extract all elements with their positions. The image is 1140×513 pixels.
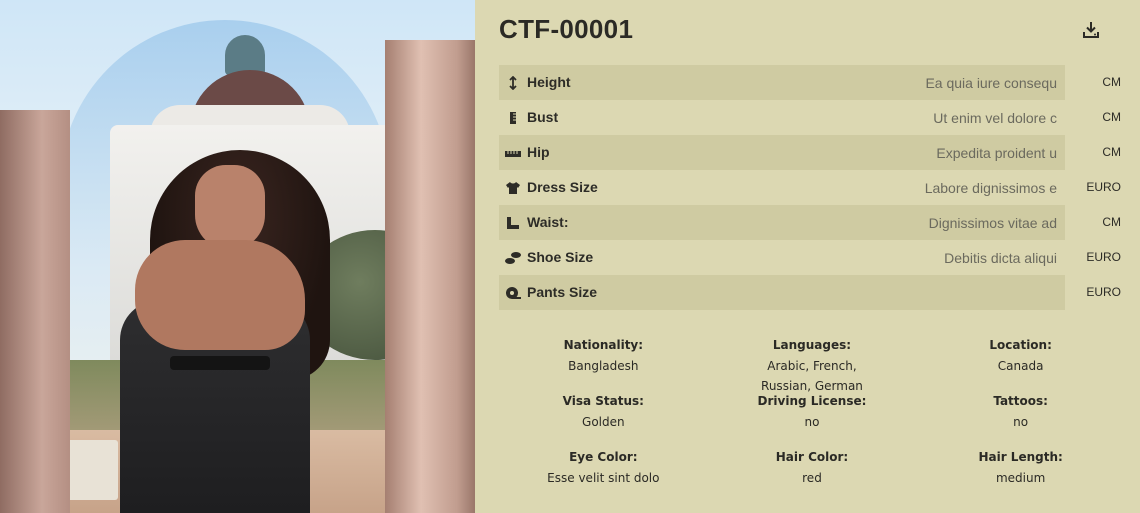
measurement-row-shoe-size: Shoe Size EURO xyxy=(499,240,1125,275)
detail-label: Hair Color: xyxy=(775,450,849,464)
photo-pillar-left xyxy=(0,110,70,513)
ruler-horizontal-icon xyxy=(505,145,521,161)
details-row: Nationality: Bangladesh Languages: Arabi… xyxy=(499,330,1125,393)
detail-value: Bangladesh xyxy=(568,359,639,373)
measurement-unit: CM xyxy=(1102,145,1121,159)
measurements-list: Height CM Bust CM Hip xyxy=(499,65,1125,310)
bust-input[interactable] xyxy=(769,106,1059,129)
download-icon xyxy=(1083,22,1099,38)
detail-label: Driving License: xyxy=(757,394,867,408)
measurement-label: Shoe Size xyxy=(527,249,594,265)
measurement-row-hip: Hip CM xyxy=(499,135,1125,170)
detail-tattoos: Tattoos: no xyxy=(916,386,1125,442)
photo-dome-lantern xyxy=(225,35,265,75)
measurement-label: Waist: xyxy=(527,214,569,230)
detail-label: Eye Color: xyxy=(569,450,638,464)
hip-input[interactable] xyxy=(769,141,1059,164)
measurement-row-waist: Waist: CM xyxy=(499,205,1125,240)
detail-eye-color: Eye Color: Esse velit sint dolo xyxy=(499,442,708,498)
shoe-size-input[interactable] xyxy=(769,246,1059,269)
detail-value: no xyxy=(1013,415,1029,429)
measurement-unit: CM xyxy=(1102,110,1121,124)
profile-panel: CTF-00001 Height CM B xyxy=(475,0,1140,513)
measurement-row-pants-size: Pants Size EURO xyxy=(499,275,1125,310)
ruler-vertical-icon xyxy=(505,110,521,126)
detail-driving-license: Driving License: no xyxy=(708,386,917,442)
shoe-prints-icon xyxy=(505,250,521,266)
measurement-unit: CM xyxy=(1102,215,1121,229)
pants-size-input[interactable] xyxy=(769,281,1059,304)
details-row: Visa Status: Golden Driving License: no … xyxy=(499,386,1125,442)
detail-visa-status: Visa Status: Golden xyxy=(499,386,708,442)
waist-input[interactable] xyxy=(769,211,1059,234)
detail-hair-length: Hair Length: medium xyxy=(916,442,1125,498)
detail-value: red xyxy=(802,471,822,485)
details-row: Eye Color: Esse velit sint dolo Hair Col… xyxy=(499,442,1125,498)
detail-value: Esse velit sint dolo xyxy=(547,471,660,485)
detail-value: Golden xyxy=(582,415,625,429)
profile-photo xyxy=(0,0,475,513)
measurement-row-dress-size: Dress Size EURO xyxy=(499,170,1125,205)
detail-label: Visa Status: xyxy=(562,394,644,408)
tshirt-icon xyxy=(505,180,521,196)
measurement-unit: EURO xyxy=(1086,285,1121,299)
measurement-label: Height xyxy=(527,74,571,90)
tape-icon xyxy=(505,285,521,301)
details-grid: Nationality: Bangladesh Languages: Arabi… xyxy=(499,330,1125,498)
height-input[interactable] xyxy=(769,71,1059,94)
measurement-row-height: Height CM xyxy=(499,65,1125,100)
photo-person-arm xyxy=(135,240,305,350)
download-button[interactable] xyxy=(1081,20,1101,40)
photo-person-belt xyxy=(170,356,270,370)
measurement-label: Bust xyxy=(527,109,559,125)
measurement-label: Dress Size xyxy=(527,179,598,195)
dress-size-input[interactable] xyxy=(769,176,1059,199)
ruler-combined-icon xyxy=(505,215,521,231)
detail-label: Hair Length: xyxy=(978,450,1063,464)
measurement-unit: CM xyxy=(1102,75,1121,89)
detail-value: medium xyxy=(995,471,1046,485)
profile-code-title: CTF-00001 xyxy=(499,14,634,44)
measurement-unit: EURO xyxy=(1086,250,1121,264)
detail-label: Languages: xyxy=(772,338,852,352)
measurement-label: Hip xyxy=(527,144,550,160)
detail-label: Location: xyxy=(989,338,1052,352)
detail-label: Nationality: xyxy=(563,338,644,352)
detail-nationality: Nationality: Bangladesh xyxy=(499,330,708,386)
photo-pillar-right xyxy=(385,40,475,513)
measurement-unit: EURO xyxy=(1086,180,1121,194)
detail-label: Tattoos: xyxy=(993,394,1048,408)
detail-value: no xyxy=(804,415,820,429)
detail-hair-color: Hair Color: red xyxy=(708,442,917,498)
detail-location: Location: Canada xyxy=(916,330,1125,386)
photo-person-face xyxy=(195,165,265,250)
detail-languages: Languages: Arabic, French, Russian, Germ… xyxy=(708,330,917,393)
height-arrows-icon xyxy=(505,75,521,91)
measurement-row-bust: Bust CM xyxy=(499,100,1125,135)
detail-value: Canada xyxy=(997,359,1044,373)
measurement-label: Pants Size xyxy=(527,284,598,300)
